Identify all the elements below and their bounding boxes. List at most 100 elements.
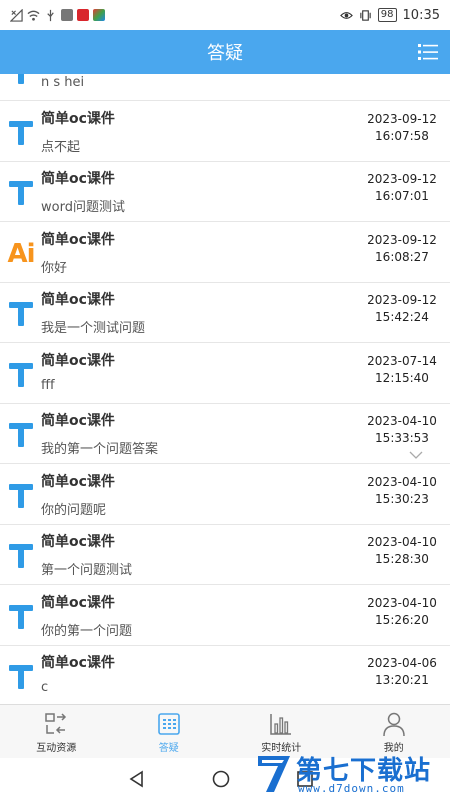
clock: 10:35: [402, 7, 440, 23]
t-letter-icon: [9, 302, 33, 326]
app-notification-icon: [77, 9, 89, 21]
t-icon: [6, 178, 36, 208]
app-header: 答疑: [0, 30, 450, 74]
item-date: 2023-04-10: [367, 474, 437, 489]
t-icon: [6, 420, 36, 450]
item-timestamp: 2023-04-06 13:20:21: [367, 655, 437, 689]
list-item[interactable]: 简单oc课件 你的第一个问题 2023-04-10 15:26:20: [0, 585, 450, 646]
status-left-icons: [10, 8, 105, 22]
item-question: word问题测试: [41, 200, 125, 215]
t-letter-icon: [9, 665, 33, 689]
list-item[interactable]: 简单oc课件 fff 2023-07-14 12:15:40: [0, 343, 450, 404]
item-timestamp: 2023-09-12 16:07:58: [367, 111, 437, 145]
t-letter-icon: [9, 120, 33, 145]
wifi-icon: [27, 10, 40, 21]
item-date: 2023-09-12: [367, 232, 437, 247]
item-question: c: [41, 680, 49, 695]
nav-item-resources[interactable]: 互动资源: [0, 705, 113, 758]
item-question: 我的第一个问题答案: [41, 442, 159, 457]
item-time: 15:28:30: [375, 552, 429, 566]
list-item[interactable]: 简单oc课件 第一个问题测试 2023-04-10 15:28:30: [0, 525, 450, 585]
back-icon[interactable]: [128, 770, 146, 788]
item-time: 15:30:23: [375, 491, 429, 506]
watermark-url: www.d7down.com: [298, 782, 405, 795]
item-question: fff: [41, 377, 55, 393]
nav-item-qa[interactable]: 答疑: [113, 705, 226, 758]
item-timestamp: 2023-04-10 15:26:20: [367, 595, 437, 629]
t-icon: [6, 541, 36, 571]
item-date: 2023-07-14: [367, 353, 437, 368]
item-date: 2023-09-12: [367, 293, 437, 307]
item-time: 16:08:27: [375, 249, 429, 264]
ai-icon-text: Ai: [7, 238, 35, 269]
item-time: 13:20:21: [375, 673, 429, 687]
item-time: 15:26:20: [375, 612, 429, 627]
vibrate-icon: [360, 9, 371, 21]
watermark-logo-icon: [258, 756, 290, 792]
item-timestamp: 2023-07-14 12:15:40: [367, 353, 437, 387]
list-item[interactable]: Ai 简单oc课件 你好 2023-09-12 16:08:27: [0, 222, 450, 283]
item-date: 2023-04-10: [367, 595, 437, 610]
item-date: 2023-04-06: [367, 656, 437, 670]
item-title: 简单oc课件: [41, 594, 115, 611]
item-timestamp: 2023-09-12 16:07:01: [367, 171, 437, 205]
t-letter-icon: [9, 604, 33, 629]
item-date: 2023-04-10: [367, 414, 437, 428]
item-timestamp: 2023-04-10 15:30:23: [367, 474, 437, 508]
list-item[interactable]: n s hei15:20:22: [0, 74, 450, 101]
t-letter-icon: [9, 181, 33, 205]
t-letter-icon: [9, 362, 33, 387]
app-notification-icon: [61, 9, 73, 21]
battery-indicator: 98: [377, 8, 397, 22]
person-icon: [383, 712, 405, 737]
question-list[interactable]: n s hei15:20:22 简单oc课件点不起 2023-09-12 16:07:…: [0, 74, 450, 704]
t-letter-icon: [9, 544, 33, 568]
t-icon: [6, 118, 36, 148]
item-title: 简单oc课件: [41, 473, 115, 490]
chevron-down-icon: [409, 451, 423, 459]
item-timestamp: 2023-04-10 15:28:30: [367, 534, 437, 568]
list-item[interactable]: 简单oc课件 c 2023-04-06 13:20:21: [0, 646, 450, 704]
eye-icon: [339, 11, 353, 19]
item-title: 简单oc课件: [41, 171, 115, 187]
item-timestamp: 2023-09-12 16:08:27: [367, 232, 437, 266]
item-time: 16:07:01: [375, 189, 429, 203]
t-letter-icon: [9, 483, 33, 508]
t-icon: [6, 74, 36, 87]
item-time: 15:42:24: [375, 310, 429, 324]
nav-label-resources: 互动资源: [36, 743, 77, 754]
list-menu-icon[interactable]: [418, 42, 438, 62]
list-item[interactable]: 简单oc课件 word问题测试 2023-09-12 16:07:01: [0, 162, 450, 222]
grid-doc-icon: [157, 713, 180, 735]
home-icon[interactable]: [212, 770, 230, 788]
app-notification-icon: [93, 9, 105, 21]
item-question: 第一个问题测试: [41, 563, 133, 578]
list-item[interactable]: 简单oc课件 你的问题呢 2023-04-10 15:30:23: [0, 464, 450, 525]
bar-chart-icon: [270, 714, 292, 735]
item-date: 2023-09-12: [367, 111, 437, 126]
item-title: 简单oc课件: [41, 292, 115, 308]
list-item[interactable]: 简单oc课件我的第一个问题答案 2023-04-10 15:33:53: [0, 404, 450, 464]
nav-label-qa: 答疑: [158, 743, 179, 754]
ai-icon: Ai: [6, 239, 36, 269]
list-item[interactable]: 简单oc课件 我是一个测试问题 2023-09-12 15:42:24: [0, 283, 450, 343]
item-title: 简单oc课件: [41, 110, 115, 127]
status-right: 98 10:35: [339, 7, 440, 23]
page-title: 答疑: [207, 43, 243, 64]
watermark: 第七下载站 www.d7down.com: [254, 750, 444, 798]
usb-icon: [47, 9, 54, 21]
t-icon: [6, 602, 36, 632]
t-letter-icon: [18, 74, 24, 84]
item-time: 12:15:40: [375, 370, 429, 385]
list-item[interactable]: 简单oc课件 点不起 2023-09-12 16:07:58: [0, 101, 450, 162]
signal-off-icon: [10, 8, 23, 22]
item-date: 2023-04-10: [367, 535, 437, 549]
item-title: 简单oc课件: [41, 413, 115, 429]
item-title: 简单oc课件: [41, 655, 115, 671]
item-timestamp: 2023-09-12 15:42:24: [367, 292, 437, 326]
item-time: 15:33:53: [375, 431, 429, 445]
item-question: 你好: [41, 260, 68, 276]
item-timestamp: 2023-04-10 15:33:53: [367, 413, 437, 447]
t-icon: [6, 299, 36, 329]
item-question: n s hei: [41, 75, 85, 90]
